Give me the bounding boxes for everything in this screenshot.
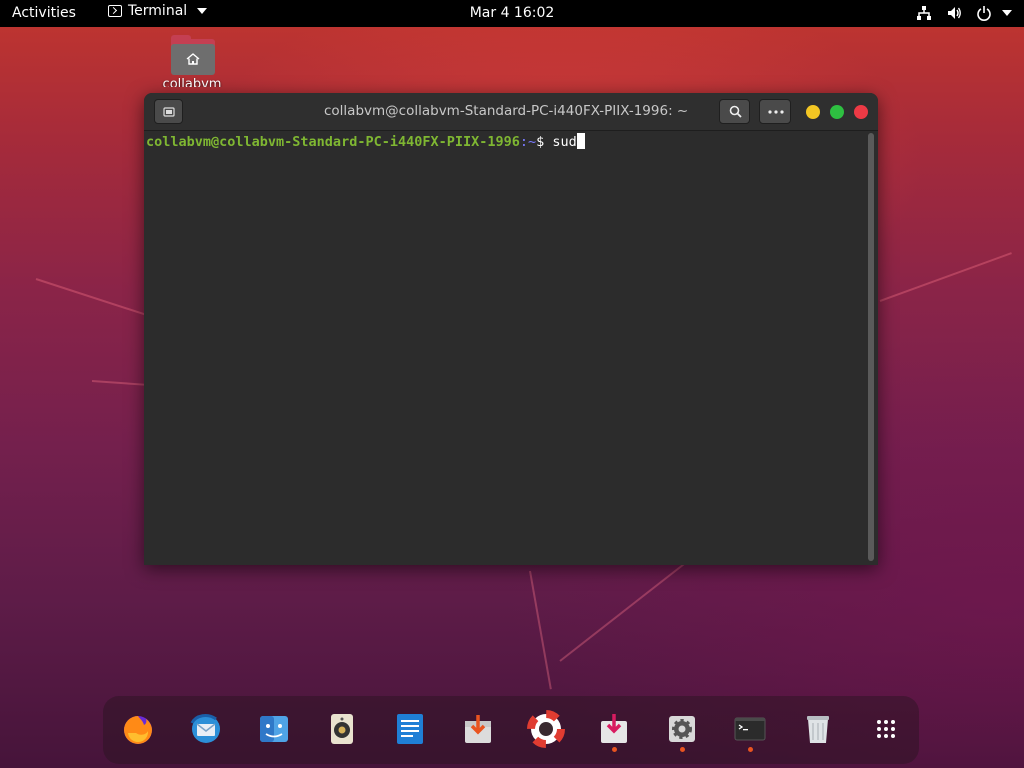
dock-settings[interactable] xyxy=(662,709,702,749)
system-tray[interactable] xyxy=(916,5,1012,21)
dock-trash[interactable] xyxy=(798,709,838,749)
file-manager-icon xyxy=(260,716,288,742)
wallpaper-streak xyxy=(91,380,152,387)
search-icon xyxy=(729,105,742,118)
terminal-output[interactable]: collabvm@collabvm-Standard-PC-i440FX-PII… xyxy=(144,131,866,565)
terminal-window[interactable]: collabvm@collabvm-Standard-PC-i440FX-PII… xyxy=(144,93,878,565)
dock xyxy=(103,696,919,764)
volume-icon xyxy=(946,5,962,21)
prompt-line: collabvm@collabvm-Standard-PC-i440FX-PII… xyxy=(146,133,585,150)
speaker-icon xyxy=(331,714,353,744)
dock-firefox[interactable] xyxy=(118,709,158,749)
top-bar: Activities Terminal Mar 4 16:02 xyxy=(0,0,1024,27)
new-tab-button[interactable] xyxy=(154,99,183,124)
dock-software[interactable] xyxy=(458,709,498,749)
app-menu-label: Terminal xyxy=(128,3,188,19)
minimize-button[interactable] xyxy=(806,105,820,119)
prompt-user-host: collabvm@collabvm-Standard-PC-i440FX-PII… xyxy=(146,134,520,150)
window-title: collabvm@collabvm-Standard-PC-i440FX-PII… xyxy=(324,103,689,119)
dock-files[interactable] xyxy=(254,709,294,749)
document-icon xyxy=(397,714,423,744)
firefox-icon xyxy=(124,716,152,744)
grid-icon xyxy=(877,720,895,738)
wallpaper-streak xyxy=(879,252,1012,302)
terminal-icon xyxy=(108,5,122,17)
network-icon xyxy=(916,5,932,21)
wallpaper-streak xyxy=(529,570,552,690)
thunderbird-icon xyxy=(190,714,220,743)
new-tab-icon xyxy=(163,107,175,117)
terminal-icon xyxy=(734,717,766,741)
maximize-button[interactable] xyxy=(830,105,844,119)
running-indicator xyxy=(748,747,753,752)
prompt-symbol: $ xyxy=(536,134,553,150)
prompt-path: :~ xyxy=(519,134,537,150)
gear-icon xyxy=(669,716,695,742)
clock[interactable]: Mar 4 16:02 xyxy=(470,5,555,21)
download-icon xyxy=(601,714,627,743)
window-headerbar[interactable]: collabvm@collabvm-Standard-PC-i440FX-PII… xyxy=(144,93,878,131)
scrollbar[interactable] xyxy=(868,133,874,561)
chevron-down-icon xyxy=(1002,10,1012,16)
chevron-down-icon xyxy=(197,8,208,14)
close-button[interactable] xyxy=(854,105,868,119)
software-install-icon xyxy=(465,715,491,743)
lifebuoy-icon xyxy=(527,710,565,748)
desktop-home-folder[interactable]: collabvm xyxy=(160,35,224,87)
wallpaper-streak xyxy=(35,278,151,318)
dock-thunderbird[interactable] xyxy=(186,709,226,749)
running-indicator xyxy=(612,747,617,752)
dock-writer[interactable] xyxy=(390,709,430,749)
home-folder-icon xyxy=(169,35,215,75)
dock-updater[interactable] xyxy=(594,709,634,749)
more-icon xyxy=(768,110,784,114)
dock-help[interactable] xyxy=(526,709,566,749)
trash-icon xyxy=(807,716,829,743)
app-menu[interactable]: Terminal xyxy=(108,3,208,19)
home-folder-label: collabvm xyxy=(162,77,222,87)
activities-button[interactable]: Activities xyxy=(12,5,76,21)
text-cursor xyxy=(576,133,585,149)
dock-terminal[interactable] xyxy=(730,709,770,749)
show-applications-button[interactable] xyxy=(866,709,906,749)
search-button[interactable] xyxy=(719,99,750,124)
running-indicator xyxy=(680,747,685,752)
menu-button[interactable] xyxy=(759,99,791,124)
power-icon xyxy=(976,5,992,21)
typed-command: sud xyxy=(552,134,577,150)
dock-rhythmbox[interactable] xyxy=(322,709,362,749)
